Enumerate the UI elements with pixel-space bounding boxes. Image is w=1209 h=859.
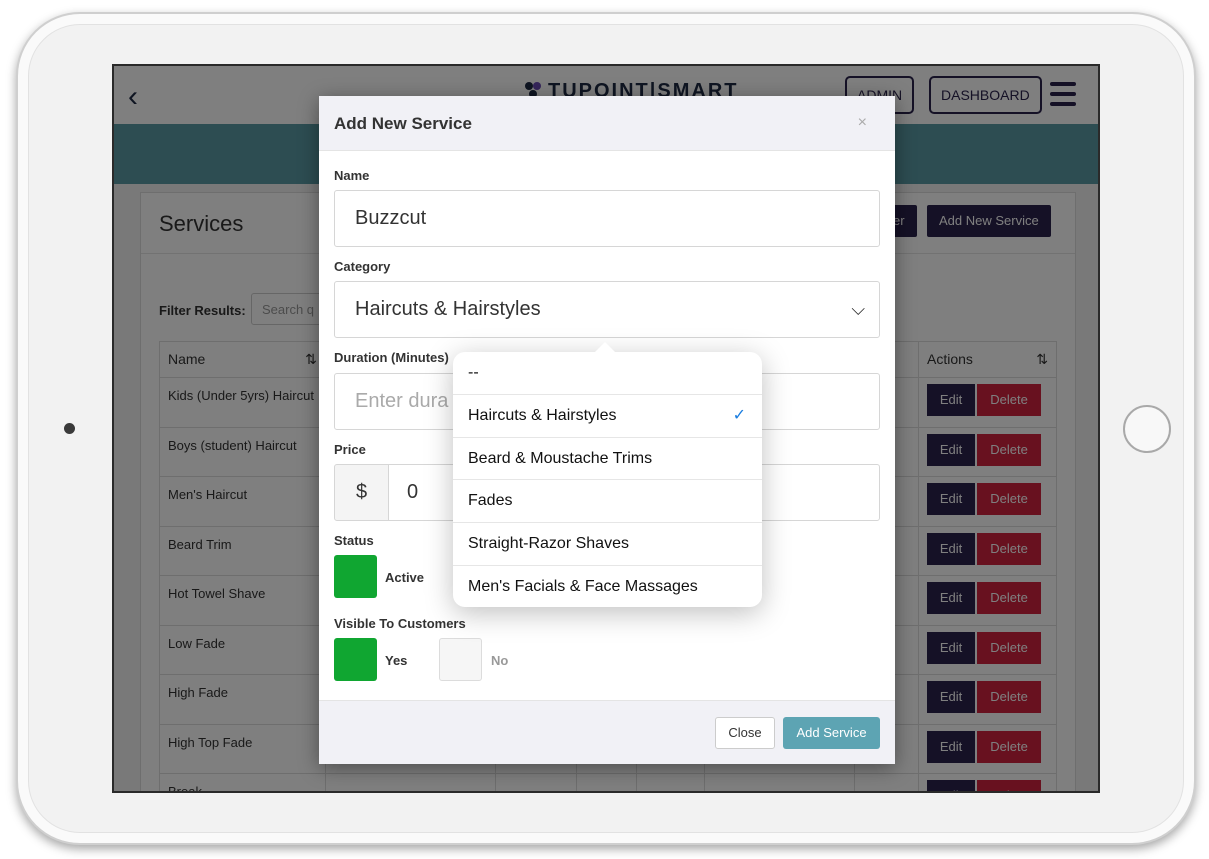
camera-dot <box>64 423 75 434</box>
add-service-button[interactable]: Add Service <box>783 717 880 749</box>
visible-yes-label: Yes <box>385 653 408 668</box>
option-label: Straight-Razor Shaves <box>468 535 629 553</box>
dropdown-option[interactable]: Men's Facials & Face Massages <box>453 566 762 609</box>
dropdown-option[interactable]: -- <box>453 352 762 395</box>
chevron-down-icon: ⌵ <box>851 299 865 319</box>
visible-label: Visible To Customers <box>334 616 466 631</box>
category-select[interactable]: Haircuts & Hairstyles ⌵ <box>334 281 880 338</box>
duration-label: Duration (Minutes) <box>334 350 449 365</box>
dropdown-option[interactable]: Beard & Moustache Trims <box>453 438 762 481</box>
name-label: Name <box>334 168 370 183</box>
category-dropdown: -- Haircuts & Hairstyles ✓ Beard & Moustach… <box>453 342 762 609</box>
visible-no-label: No <box>491 653 509 668</box>
price-label: Price <box>334 442 366 457</box>
option-label: Men's Facials & Face Massages <box>468 578 698 595</box>
option-label: Haircuts & Hairstyles <box>468 406 617 424</box>
category-label: Category <box>334 259 391 274</box>
dropdown-option[interactable]: Haircuts & Hairstyles ✓ <box>453 395 762 438</box>
status-label: Status <box>334 533 374 548</box>
close-icon[interactable]: × <box>858 114 867 132</box>
home-button[interactable] <box>1123 405 1171 453</box>
dropdown-option[interactable]: Straight-Razor Shaves <box>453 523 762 566</box>
visible-no-toggle[interactable] <box>439 638 482 681</box>
modal-title: Add New Service <box>334 114 472 133</box>
modal-header: Add New Service × <box>319 96 895 151</box>
option-label: -- <box>468 364 479 381</box>
status-active-toggle[interactable] <box>334 555 377 598</box>
popover-arrow <box>595 342 615 352</box>
category-select-value: Haircuts & Hairstyles <box>355 298 541 320</box>
option-label: Beard & Moustache Trims <box>468 449 653 467</box>
close-button[interactable]: Close <box>715 717 775 749</box>
visible-yes-toggle[interactable] <box>334 638 377 681</box>
name-input[interactable]: Buzzcut <box>334 190 880 247</box>
option-label: Fades <box>468 492 513 510</box>
modal-footer: Close Add Service <box>319 700 895 764</box>
currency-prefix: $ <box>334 464 389 521</box>
checkmark-icon: ✓ <box>732 406 746 424</box>
dropdown-option[interactable]: Fades <box>453 480 762 524</box>
status-active-label: Active <box>385 570 425 585</box>
screen: ‹ TUPOINT|SMART ADMIN DASHBOARD Services… <box>112 64 1100 793</box>
